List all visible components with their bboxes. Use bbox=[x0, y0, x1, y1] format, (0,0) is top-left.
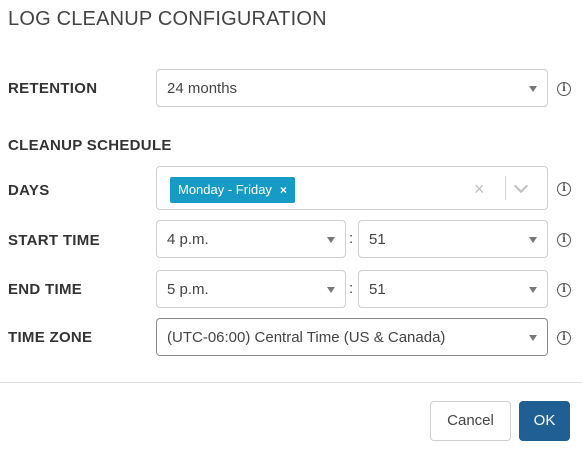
cancel-button[interactable]: Cancel bbox=[430, 401, 511, 441]
caret-down-icon bbox=[529, 237, 537, 243]
retention-value: 24 months bbox=[167, 80, 238, 97]
info-icon[interactable]: i bbox=[557, 82, 571, 96]
time-separator: : bbox=[349, 230, 354, 247]
clear-icon[interactable]: × bbox=[474, 179, 485, 200]
retention-select[interactable]: 24 months bbox=[156, 69, 548, 107]
info-icon[interactable]: i bbox=[557, 331, 571, 345]
info-icon[interactable]: i bbox=[557, 233, 571, 247]
ok-button[interactable]: OK bbox=[519, 401, 570, 441]
start-hour-select[interactable]: 4 p.m. bbox=[156, 220, 346, 258]
end-hour-value: 5 p.m. bbox=[167, 281, 209, 298]
info-icon[interactable]: i bbox=[557, 182, 571, 196]
time-zone-select[interactable]: (UTC-06:00) Central Time (US & Canada) bbox=[156, 318, 548, 356]
info-icon[interactable]: i bbox=[557, 283, 571, 297]
day-chip[interactable]: Monday - Friday × bbox=[170, 177, 295, 203]
retention-label: RETENTION bbox=[8, 80, 98, 97]
time-zone-value: (UTC-06:00) Central Time (US & Canada) bbox=[167, 329, 446, 346]
time-zone-label: TIME ZONE bbox=[8, 329, 93, 346]
end-time-label: END TIME bbox=[8, 281, 83, 298]
days-label: DAYS bbox=[8, 182, 50, 199]
start-hour-value: 4 p.m. bbox=[167, 231, 209, 248]
start-time-label: START TIME bbox=[8, 232, 100, 249]
caret-down-icon bbox=[327, 287, 335, 293]
caret-down-icon bbox=[529, 287, 537, 293]
dialog-title: LOG CLEANUP CONFIGURATION bbox=[8, 8, 327, 30]
caret-down-icon bbox=[327, 237, 335, 243]
footer-divider bbox=[0, 382, 582, 383]
start-minute-select[interactable]: 51 bbox=[358, 220, 548, 258]
caret-down-icon bbox=[529, 335, 537, 341]
end-hour-select[interactable]: 5 p.m. bbox=[156, 270, 346, 308]
end-minute-select[interactable]: 51 bbox=[358, 270, 548, 308]
chip-remove-icon[interactable]: × bbox=[280, 183, 287, 197]
start-minute-value: 51 bbox=[369, 231, 386, 248]
day-chip-label: Monday - Friday bbox=[178, 182, 272, 197]
end-minute-value: 51 bbox=[369, 281, 386, 298]
cleanup-schedule-heading: CLEANUP SCHEDULE bbox=[8, 137, 172, 154]
time-separator: : bbox=[349, 280, 354, 297]
caret-down-icon bbox=[529, 86, 537, 92]
divider bbox=[505, 176, 506, 200]
